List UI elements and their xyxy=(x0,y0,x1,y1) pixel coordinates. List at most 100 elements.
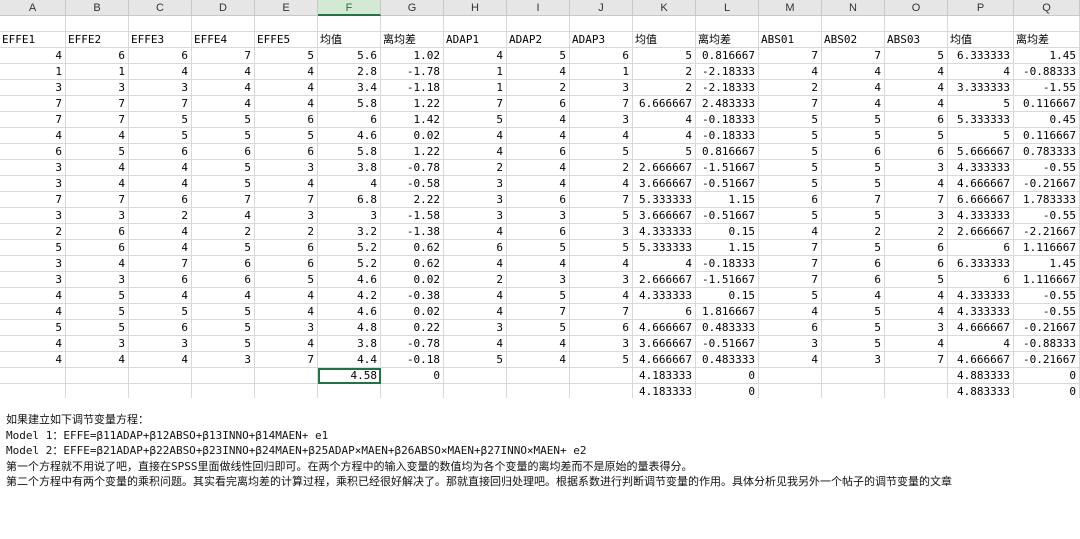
data-cell[interactable]: 3 xyxy=(444,208,507,224)
data-cell[interactable]: 0 xyxy=(381,368,444,384)
data-cell[interactable]: 7 xyxy=(759,48,822,64)
data-cell[interactable]: 6 xyxy=(444,240,507,256)
data-cell[interactable]: 4 xyxy=(444,304,507,320)
data-cell[interactable]: 2.22 xyxy=(381,192,444,208)
data-cell[interactable]: 6 xyxy=(507,96,570,112)
data-cell[interactable] xyxy=(444,384,507,398)
data-cell[interactable]: 5 xyxy=(570,352,633,368)
data-cell[interactable]: 2.666667 xyxy=(633,160,696,176)
data-cell[interactable]: 0.02 xyxy=(381,304,444,320)
cell[interactable] xyxy=(948,16,1014,32)
data-cell[interactable]: 4 xyxy=(759,304,822,320)
header-cell[interactable]: EFFE1 xyxy=(0,32,66,48)
data-cell[interactable]: 5 xyxy=(192,128,255,144)
data-cell[interactable]: 6 xyxy=(129,192,192,208)
data-cell[interactable]: 6 xyxy=(885,256,948,272)
data-cell[interactable]: 5 xyxy=(759,160,822,176)
column-header-g[interactable]: G xyxy=(381,0,444,16)
data-cell[interactable]: 5 xyxy=(192,320,255,336)
data-cell[interactable]: 5 xyxy=(822,128,885,144)
data-cell[interactable]: 4 xyxy=(507,160,570,176)
column-header-j[interactable]: J xyxy=(570,0,633,16)
data-cell[interactable]: 2.483333 xyxy=(696,96,759,112)
data-cell[interactable]: 4 xyxy=(255,64,318,80)
data-cell[interactable]: 6 xyxy=(822,256,885,272)
data-cell[interactable]: 4 xyxy=(822,80,885,96)
data-cell[interactable]: 6 xyxy=(822,144,885,160)
data-cell[interactable]: -0.55 xyxy=(1014,160,1080,176)
data-cell[interactable]: 5 xyxy=(822,208,885,224)
data-cell[interactable]: 5 xyxy=(0,240,66,256)
data-cell[interactable]: 6 xyxy=(192,256,255,272)
data-cell[interactable]: 7 xyxy=(129,256,192,272)
data-cell[interactable]: 5 xyxy=(255,272,318,288)
data-cell[interactable]: 5 xyxy=(759,144,822,160)
data-cell[interactable]: 4 xyxy=(192,208,255,224)
data-cell[interactable]: 7 xyxy=(507,304,570,320)
data-cell[interactable]: 5 xyxy=(66,144,129,160)
data-cell[interactable]: 4 xyxy=(822,64,885,80)
data-cell[interactable]: 2 xyxy=(570,160,633,176)
data-cell[interactable]: 6 xyxy=(885,144,948,160)
header-cell[interactable]: 离均差 xyxy=(381,32,444,48)
data-cell[interactable]: 4 xyxy=(255,336,318,352)
data-cell[interactable]: 5 xyxy=(192,160,255,176)
data-cell[interactable]: 5 xyxy=(885,128,948,144)
data-cell[interactable]: 7 xyxy=(66,112,129,128)
data-cell[interactable]: 3 xyxy=(0,80,66,96)
data-cell[interactable] xyxy=(822,384,885,398)
data-cell[interactable]: 3 xyxy=(0,160,66,176)
data-cell[interactable]: 7 xyxy=(570,304,633,320)
data-cell[interactable]: 1.02 xyxy=(381,48,444,64)
data-cell[interactable]: 1.15 xyxy=(696,192,759,208)
data-cell[interactable]: 5.8 xyxy=(318,144,381,160)
data-cell[interactable] xyxy=(444,368,507,384)
data-cell[interactable]: 3 xyxy=(255,208,318,224)
data-cell[interactable]: 3 xyxy=(570,272,633,288)
column-header-i[interactable]: I xyxy=(507,0,570,16)
data-cell[interactable]: 5 xyxy=(570,144,633,160)
data-cell[interactable]: 2 xyxy=(759,80,822,96)
data-cell[interactable]: 3 xyxy=(507,208,570,224)
data-cell[interactable]: 5 xyxy=(822,112,885,128)
data-cell[interactable]: 2 xyxy=(885,224,948,240)
data-cell[interactable]: 6 xyxy=(507,192,570,208)
spreadsheet-grid[interactable]: A B C D E F G H I J K L M N O P Q EFFE1 EFFE2 EFFE3 EFFE4 EFF… xyxy=(0,0,1080,398)
data-cell[interactable]: 4 xyxy=(0,48,66,64)
data-cell[interactable]: -1.51667 xyxy=(696,272,759,288)
data-cell[interactable]: 5 xyxy=(192,112,255,128)
data-cell[interactable]: 4 xyxy=(129,176,192,192)
data-cell[interactable]: -0.38 xyxy=(381,288,444,304)
data-cell[interactable]: 7 xyxy=(570,96,633,112)
header-cell[interactable]: ABS03 xyxy=(885,32,948,48)
data-cell[interactable]: 5 xyxy=(822,320,885,336)
column-header-e[interactable]: E xyxy=(255,0,318,16)
data-cell[interactable]: 4 xyxy=(129,288,192,304)
data-cell[interactable]: 4 xyxy=(570,128,633,144)
column-header-o[interactable]: O xyxy=(885,0,948,16)
data-cell[interactable]: 3.666667 xyxy=(633,336,696,352)
header-cell[interactable]: 均值 xyxy=(948,32,1014,48)
data-cell[interactable]: 7 xyxy=(66,192,129,208)
data-cell[interactable]: 6 xyxy=(66,224,129,240)
data-cell[interactable]: 5 xyxy=(885,272,948,288)
column-header-c[interactable]: C xyxy=(129,0,192,16)
column-header-f[interactable]: F xyxy=(318,0,381,16)
data-cell[interactable]: 5 xyxy=(822,160,885,176)
data-cell[interactable]: 0.116667 xyxy=(1014,128,1080,144)
data-cell[interactable]: -0.55 xyxy=(1014,304,1080,320)
data-cell[interactable]: -0.78 xyxy=(381,336,444,352)
data-cell[interactable]: 4 xyxy=(0,128,66,144)
data-cell[interactable]: 6 xyxy=(759,320,822,336)
data-cell[interactable]: 1.15 xyxy=(696,240,759,256)
data-cell[interactable]: -1.38 xyxy=(381,224,444,240)
data-cell[interactable]: 3 xyxy=(129,80,192,96)
data-cell[interactable]: 5 xyxy=(507,320,570,336)
data-cell[interactable]: 3 xyxy=(192,352,255,368)
data-cell[interactable] xyxy=(507,368,570,384)
data-cell[interactable]: 4 xyxy=(129,352,192,368)
data-cell[interactable]: -0.55 xyxy=(1014,208,1080,224)
header-cell[interactable]: ABS01 xyxy=(759,32,822,48)
data-cell[interactable]: 5 xyxy=(507,240,570,256)
data-cell[interactable] xyxy=(570,384,633,398)
